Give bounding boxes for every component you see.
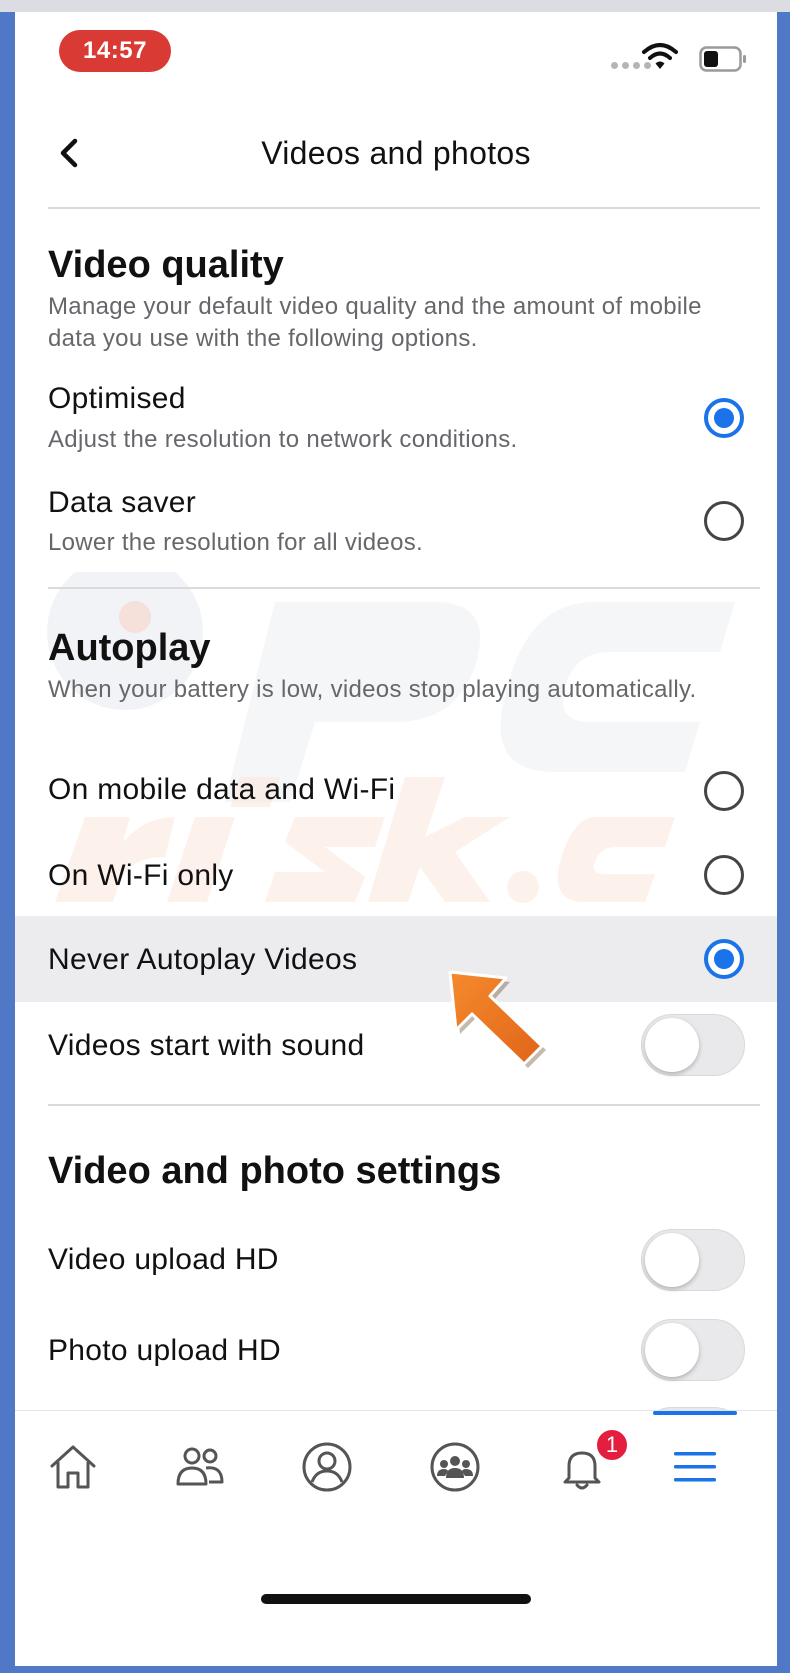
home-icon xyxy=(50,1445,96,1489)
status-time: 14:57 xyxy=(59,30,171,72)
page-title: Videos and photos xyxy=(261,135,531,171)
header-divider xyxy=(48,207,760,209)
nav-menu[interactable] xyxy=(655,1431,735,1503)
optimised-radio[interactable] xyxy=(704,398,744,438)
video-upload-hd-toggle[interactable] xyxy=(641,1229,745,1291)
nav-home[interactable] xyxy=(33,1431,113,1503)
option-never-autoplay-label[interactable]: Never Autoplay Videos xyxy=(48,943,357,977)
phone-screen: 14:57 Videos and photos Video quality Ma… xyxy=(15,12,777,1666)
video-quality-heading: Video quality xyxy=(48,244,284,286)
option-mobile-data-wifi-label[interactable]: On mobile data and Wi-Fi xyxy=(48,773,395,807)
option-optimised-label[interactable]: Optimised xyxy=(48,382,186,416)
notification-count-badge: 1 xyxy=(595,1428,629,1462)
orange-arrow-annotation xyxy=(448,970,546,1068)
header: Videos and photos xyxy=(15,107,777,199)
videos-sound-toggle[interactable] xyxy=(641,1014,745,1076)
video-quality-description: Manage your default video quality and th… xyxy=(48,293,702,352)
wifi-only-radio[interactable] xyxy=(704,855,744,895)
option-optimised-sublabel: Adjust the resolution to network conditi… xyxy=(48,426,518,453)
menu-icon xyxy=(674,1452,716,1482)
window-top-edge xyxy=(0,0,790,12)
home-indicator[interactable] xyxy=(261,1594,531,1604)
option-wifi-only-label[interactable]: On Wi-Fi only xyxy=(48,859,234,893)
photo-settings-heading: Video and photo settings xyxy=(48,1150,502,1192)
section-divider xyxy=(48,587,760,589)
data-saver-radio[interactable] xyxy=(704,501,744,541)
nav-friends[interactable] xyxy=(160,1431,240,1503)
option-data-saver-label[interactable]: Data saver xyxy=(48,486,196,520)
bottom-navigation: 1 xyxy=(15,1410,777,1666)
videos-sound-label: Videos start with sound xyxy=(48,1029,365,1062)
nav-groups[interactable] xyxy=(415,1431,495,1503)
photo-upload-hd-label: Photo upload HD xyxy=(48,1334,281,1367)
photo-upload-hd-toggle[interactable] xyxy=(641,1319,745,1381)
mobile-data-wifi-radio[interactable] xyxy=(704,771,744,811)
active-tab-indicator xyxy=(653,1411,737,1415)
nav-profile[interactable] xyxy=(287,1431,367,1503)
profile-icon xyxy=(302,1442,352,1492)
friends-icon xyxy=(176,1447,224,1486)
autoplay-description: When your battery is low, videos stop pl… xyxy=(48,676,697,703)
never-autoplay-radio[interactable] xyxy=(704,939,744,979)
battery-icon xyxy=(699,46,746,72)
autoplay-heading: Autoplay xyxy=(48,627,211,669)
video-upload-hd-label: Video upload HD xyxy=(48,1243,279,1276)
wifi-icon xyxy=(642,43,678,69)
groups-icon xyxy=(430,1442,480,1492)
option-data-saver-sublabel: Lower the resolution for all videos. xyxy=(48,529,423,556)
section-divider xyxy=(48,1104,760,1106)
